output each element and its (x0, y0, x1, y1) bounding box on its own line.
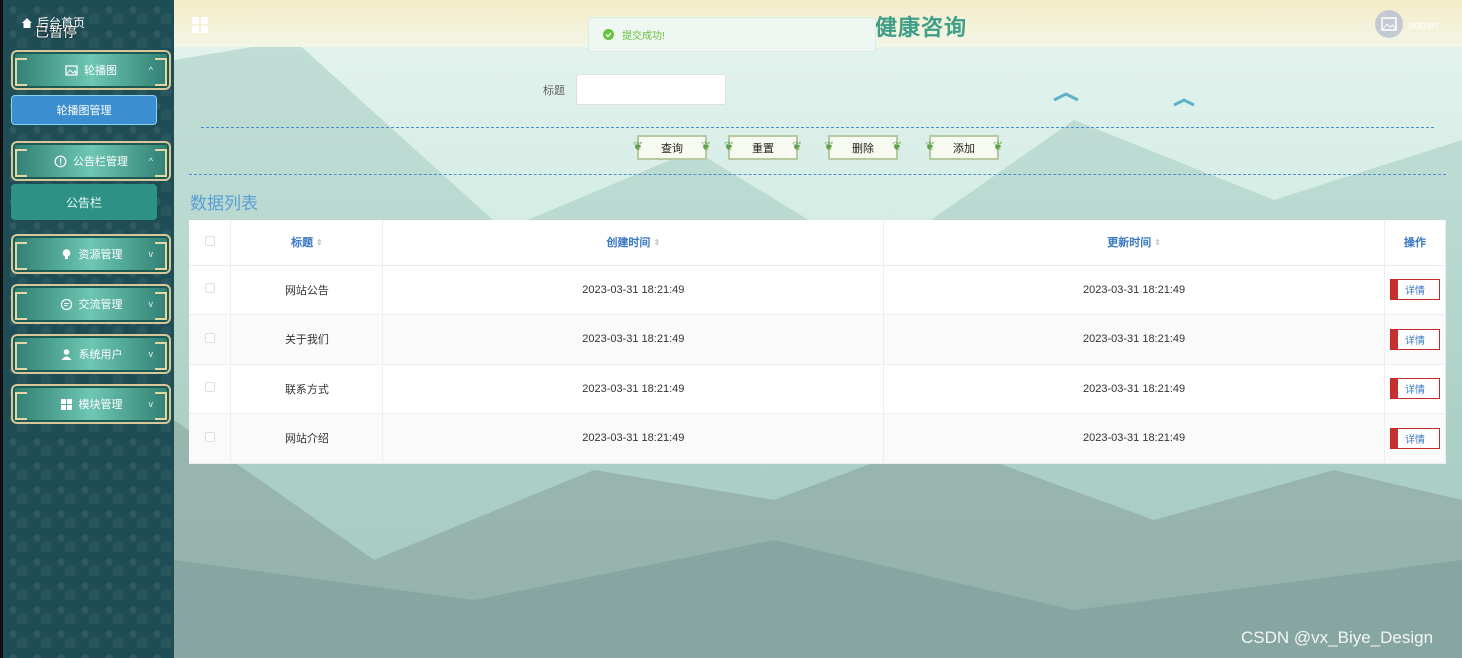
sidebar-item-resource[interactable]: 资源管理 v (11, 234, 171, 274)
avatar[interactable] (1375, 10, 1403, 38)
sort-icon[interactable]: ⇕ (1154, 239, 1161, 247)
success-toast: 提交成功! (588, 17, 876, 52)
cell-title: 联系方式 (230, 364, 384, 414)
sidebar-item-label: 交流管理 (78, 299, 123, 311)
row-checkbox[interactable] (204, 332, 215, 343)
column-header-created[interactable]: 创建时间 ⇕ (382, 220, 885, 266)
chevron-up-icon: ^ (148, 65, 153, 75)
reset-button[interactable]: 重置 (724, 135, 802, 160)
chat-icon (60, 298, 72, 310)
row-select-cell (189, 364, 232, 414)
delete-button[interactable]: 删除 (824, 135, 902, 160)
cell-title: 关于我们 (230, 314, 384, 365)
cell-created: 2023-03-31 18:21:49 (382, 364, 885, 414)
image-icon (65, 64, 78, 76)
column-header-updated[interactable]: 更新时间 ⇕ (883, 220, 1385, 266)
bulb-icon (62, 248, 70, 259)
cell-action: 详情 (1384, 314, 1447, 365)
cell-updated: 2023-03-31 18:21:49 (883, 265, 1385, 315)
menu-toggle-icon[interactable] (192, 17, 208, 33)
sort-icon[interactable]: ⇕ (653, 239, 660, 247)
cell-action: 详情 (1384, 413, 1447, 464)
chevron-down-icon: v (148, 399, 154, 409)
sort-icon[interactable]: ⇕ (316, 239, 323, 247)
cell-created: 2023-03-31 18:21:49 (382, 314, 885, 365)
chevron-up-icon: ^ (148, 156, 153, 166)
table-row: 联系方式 2023-03-31 18:21:49 2023-03-31 18:2… (189, 364, 1447, 414)
cell-title: 网站介绍 (230, 413, 384, 464)
row-checkbox[interactable] (204, 431, 215, 442)
watermark: CSDN @vx_Biye_Design (1241, 628, 1434, 647)
query-button[interactable]: 查询 (633, 135, 711, 160)
sidebar-item-label: 轮播图 (84, 65, 117, 77)
row-select-cell (189, 413, 232, 464)
table-row: 网站公告 2023-03-31 18:21:49 2023-03-31 18:2… (189, 265, 1447, 315)
cell-updated: 2023-03-31 18:21:49 (883, 413, 1385, 464)
toast-message: 提交成功! (622, 31, 665, 42)
data-list-heading: 数据列表 (190, 194, 258, 213)
chevron-down-icon: v (148, 299, 154, 309)
username-label[interactable]: admin (1408, 20, 1438, 32)
sidebar-item-label: 公告栏管理 (73, 156, 128, 168)
chevron-down-icon: v (148, 249, 154, 259)
title-search-input[interactable] (576, 74, 726, 105)
row-checkbox[interactable] (204, 283, 215, 294)
divider (201, 127, 1434, 128)
sidebar-item-carousel[interactable]: 轮播图 ^ (11, 50, 171, 90)
select-all-checkbox[interactable] (204, 235, 215, 246)
sidebar: 后台首页 已暂停 轮播图 ^ 轮播图管理 公告栏管理 ^ 公告栏 资源管理 v … (0, 0, 174, 658)
add-button[interactable]: 添加 (925, 135, 1003, 160)
detail-button[interactable]: 详情 (1389, 378, 1440, 400)
row-select-cell (189, 314, 232, 365)
sidebar-subitem-carousel-manage[interactable]: 轮播图管理 (11, 95, 157, 125)
sidebar-subitem-notice[interactable]: 公告栏 (11, 184, 157, 220)
column-header-action: 操作 (1384, 220, 1447, 266)
column-header-title[interactable]: 标题 ⇕ (230, 220, 384, 266)
cell-created: 2023-03-31 18:21:49 (382, 413, 885, 464)
cell-updated: 2023-03-31 18:21:49 (883, 364, 1385, 414)
cell-updated: 2023-03-31 18:21:49 (883, 314, 1385, 365)
paused-overlay-label: 已暂停 (35, 24, 77, 40)
divider (189, 174, 1446, 175)
grid-icon (60, 398, 72, 410)
chevron-down-icon: v (148, 349, 154, 359)
cell-created: 2023-03-31 18:21:49 (382, 265, 885, 315)
row-checkbox[interactable] (204, 382, 215, 393)
detail-button[interactable]: 详情 (1389, 279, 1440, 301)
table-row: 网站介绍 2023-03-31 18:21:49 2023-03-31 18:2… (189, 413, 1447, 464)
row-select-cell (189, 265, 232, 315)
table-header-row: 标题 ⇕ 创建时间 ⇕ 更新时间 ⇕ 操作 (189, 220, 1447, 266)
cell-title: 网站公告 (230, 265, 384, 315)
title-search-label: 标题 (543, 85, 565, 97)
sidebar-item-users[interactable]: 系统用户 v (11, 334, 171, 374)
info-icon (54, 155, 67, 167)
select-all-cell (189, 220, 232, 266)
image-icon (1381, 17, 1397, 31)
cell-action: 详情 (1384, 364, 1447, 414)
cell-action: 详情 (1384, 265, 1447, 315)
check-circle-icon (603, 29, 614, 40)
sidebar-item-chat[interactable]: 交流管理 v (11, 284, 171, 324)
sidebar-item-modules[interactable]: 模块管理 v (11, 384, 171, 424)
home-icon (22, 17, 32, 28)
user-icon (61, 348, 71, 360)
sidebar-item-label: 模块管理 (78, 399, 123, 411)
table-row: 关于我们 2023-03-31 18:21:49 2023-03-31 18:2… (189, 314, 1447, 365)
detail-button[interactable]: 详情 (1389, 328, 1440, 350)
sidebar-item-notice-manage[interactable]: 公告栏管理 ^ (11, 141, 171, 181)
data-table: 标题 ⇕ 创建时间 ⇕ 更新时间 ⇕ 操作 网站公告 2023-03-31 18:21… (189, 220, 1447, 464)
detail-button[interactable]: 详情 (1389, 427, 1440, 449)
sidebar-item-label: 系统用户 (78, 349, 123, 361)
sidebar-item-label: 资源管理 (78, 249, 123, 261)
